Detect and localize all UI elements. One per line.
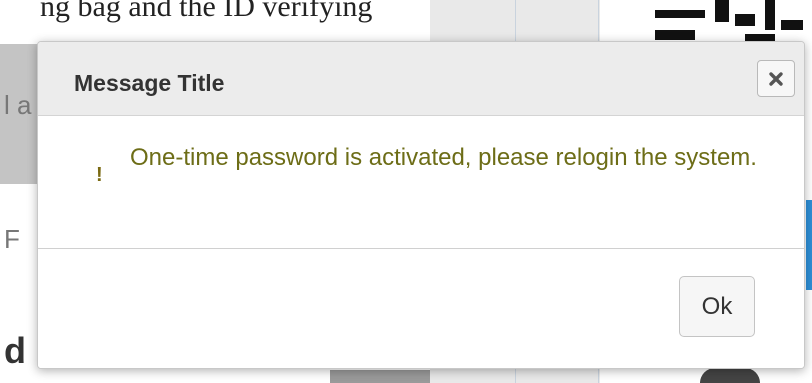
background-block — [330, 370, 430, 383]
dialog-title: Message Title — [74, 70, 225, 96]
dialog-body: ! One-time password is activated, please… — [38, 117, 804, 249]
close-icon — [769, 71, 783, 86]
background-text: d — [4, 330, 26, 371]
close-button[interactable] — [757, 60, 795, 97]
dialog-header: Message Title — [38, 42, 804, 116]
background-text: l a — [4, 90, 32, 120]
ok-button[interactable]: Ok — [679, 276, 755, 337]
message-dialog: Message Title ! One-time password is act… — [37, 41, 805, 369]
qr-code-image — [655, 0, 812, 44]
background-text: F — [4, 224, 20, 254]
background-accent-bar — [806, 200, 812, 290]
background-shape — [700, 368, 760, 383]
dialog-message: One-time password is activated, please r… — [130, 144, 757, 171]
warning-icon: ! — [96, 164, 103, 186]
background-heading: ng bag and the ID verifying — [40, 0, 373, 23]
dialog-footer: Ok — [38, 250, 804, 368]
